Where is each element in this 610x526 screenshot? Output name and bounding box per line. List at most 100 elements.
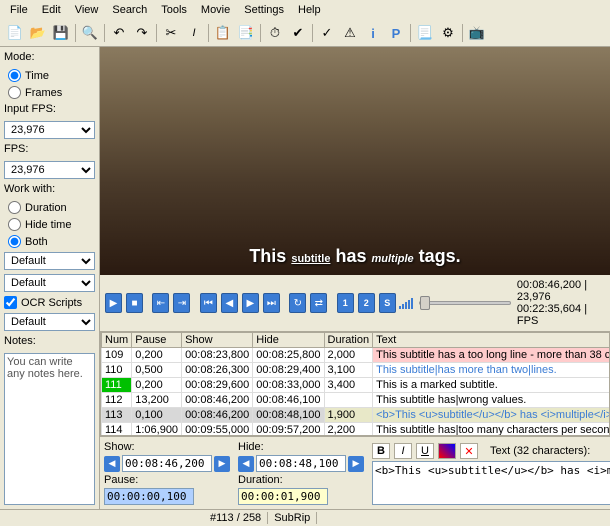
- show-sync-button[interactable]: ◀: [104, 456, 120, 472]
- redo-icon[interactable]: ↷: [131, 22, 153, 44]
- show-time-input[interactable]: [122, 455, 212, 472]
- work-both-radio[interactable]: Both: [4, 235, 95, 248]
- table-row[interactable]: 1100,50000:08:26,30000:08:29,4003,100Thi…: [102, 363, 610, 378]
- input-fps-label: Input FPS:: [4, 103, 95, 115]
- mode-frames-radio[interactable]: Frames: [4, 86, 95, 99]
- notes-label: Notes:: [4, 335, 95, 347]
- hide-set-button[interactable]: ▶: [348, 456, 364, 472]
- fps-label: FPS:: [4, 143, 95, 155]
- tool1-icon[interactable]: 📋: [212, 22, 234, 44]
- timing-icon[interactable]: ⏱: [264, 22, 286, 44]
- cut-icon[interactable]: ✂: [160, 22, 182, 44]
- menu-movie[interactable]: Movie: [195, 2, 236, 18]
- col-show[interactable]: Show: [182, 333, 253, 348]
- mark-2-button[interactable]: 2: [358, 293, 375, 313]
- editor-panel: Show: ◀▶ Pause: Hide: ◀▶ Duration: B I U…: [100, 436, 610, 509]
- mark-s-button[interactable]: S: [379, 293, 396, 313]
- skip-fwd-button[interactable]: ⏭: [263, 293, 280, 313]
- frame-fwd-button[interactable]: ▶: [242, 293, 259, 313]
- table-row[interactable]: 1110,20000:08:29,60000:08:33,0003,400Thi…: [102, 378, 610, 393]
- tool2-icon[interactable]: 📑: [235, 22, 257, 44]
- play-button[interactable]: ▶: [105, 293, 122, 313]
- save-icon[interactable]: 💾: [50, 22, 72, 44]
- frame-back-button[interactable]: ◀: [221, 293, 238, 313]
- fps-select[interactable]: 23,976: [4, 161, 95, 179]
- work-with-label: Work with:: [4, 183, 95, 195]
- table-row[interactable]: 11213,20000:08:46,20000:08:46,100This su…: [102, 393, 610, 408]
- ocr-scripts-check[interactable]: OCR Scripts: [4, 296, 95, 309]
- info-icon[interactable]: i: [362, 22, 384, 44]
- italic-button[interactable]: I: [394, 443, 412, 459]
- col-num[interactable]: Num: [102, 333, 132, 348]
- open-icon[interactable]: 📂: [27, 22, 49, 44]
- subtitle-overlay: This subtitle has multiple tags.: [249, 246, 460, 267]
- notes-textarea[interactable]: You can write any notes here.: [4, 353, 95, 505]
- menu-help[interactable]: Help: [292, 2, 327, 18]
- hide-sync-button[interactable]: ◀: [238, 456, 254, 472]
- table-row[interactable]: 1141:06,90000:09:55,00000:09:57,2002,200…: [102, 423, 610, 436]
- status-format: SubRip: [268, 512, 317, 524]
- new-icon[interactable]: 📄: [4, 22, 26, 44]
- menu-settings[interactable]: Settings: [238, 2, 290, 18]
- col-pause[interactable]: Pause: [132, 333, 182, 348]
- col-hide[interactable]: Hide: [253, 333, 324, 348]
- statusbar: #113 / 258 SubRip: [0, 509, 610, 526]
- menu-view[interactable]: View: [69, 2, 105, 18]
- subtitle-grid[interactable]: NumPauseShowHideDurationText 1090,20000:…: [100, 331, 610, 436]
- duration-label: Duration:: [238, 474, 364, 486]
- show-label: Show:: [104, 441, 230, 453]
- player-controls: ▶ ■ ⇤ ⇥ ⏮ ◀ ▶ ⏭ ↻ ⇄ 1 2 S 00:08:46,200 |…: [100, 275, 610, 331]
- menubar: FileEditViewSearchToolsMovieSettingsHelp: [0, 0, 610, 20]
- table-row[interactable]: 1130,10000:08:46,20000:08:48,1001,900<b>…: [102, 408, 610, 423]
- next-sub-button[interactable]: ⇥: [173, 293, 190, 313]
- menu-tools[interactable]: Tools: [155, 2, 193, 18]
- clear-fmt-button[interactable]: ✕: [460, 443, 478, 459]
- underline-button[interactable]: U: [416, 443, 434, 459]
- bold-button[interactable]: B: [372, 443, 390, 459]
- video-preview[interactable]: This subtitle has multiple tags.: [100, 47, 610, 275]
- warning-icon[interactable]: ⚠: [339, 22, 361, 44]
- mode-time-radio[interactable]: Time: [4, 69, 95, 82]
- pascal-icon[interactable]: P: [385, 22, 407, 44]
- pause-label: Pause:: [104, 474, 230, 486]
- skip-back-button[interactable]: ⏮: [200, 293, 217, 313]
- sync-button[interactable]: ⇄: [310, 293, 327, 313]
- col-text[interactable]: Text: [373, 333, 610, 348]
- search-icon[interactable]: 🔍: [79, 22, 101, 44]
- hide-time-input[interactable]: [256, 455, 346, 472]
- show-set-button[interactable]: ▶: [214, 456, 230, 472]
- menu-search[interactable]: Search: [106, 2, 153, 18]
- input-fps-select[interactable]: 23,976: [4, 121, 95, 139]
- style-select-2[interactable]: Default: [4, 274, 95, 292]
- volume-indicator[interactable]: [399, 298, 413, 309]
- ocr-select[interactable]: Default: [4, 313, 95, 331]
- loop-button[interactable]: ↻: [289, 293, 306, 313]
- undo-icon[interactable]: ↶: [108, 22, 130, 44]
- tool3-icon[interactable]: 📃: [414, 22, 436, 44]
- color-button[interactable]: [438, 443, 456, 459]
- mark-1-button[interactable]: 1: [337, 293, 354, 313]
- duration-input[interactable]: [238, 488, 328, 505]
- text-info-label: Text (32 characters):: [490, 445, 590, 457]
- preview-icon[interactable]: 📺: [466, 22, 488, 44]
- status-position: #113 / 258: [204, 512, 268, 524]
- sidebar: Mode: Time Frames Input FPS: 23,976 FPS:…: [0, 47, 100, 509]
- menu-edit[interactable]: Edit: [36, 2, 67, 18]
- work-duration-radio[interactable]: Duration: [4, 201, 95, 214]
- seek-slider[interactable]: [419, 301, 511, 305]
- col-duration[interactable]: Duration: [324, 333, 373, 348]
- settings-icon[interactable]: ⚙: [437, 22, 459, 44]
- prev-sub-button[interactable]: ⇤: [152, 293, 169, 313]
- stop-button[interactable]: ■: [126, 293, 143, 313]
- style-select-1[interactable]: Default: [4, 252, 95, 270]
- main-toolbar: 📄 📂 💾 🔍 ↶ ↷ ✂ I 📋 📑 ⏱ ✔ ✓ ⚠ i P 📃 ⚙ 📺: [0, 20, 610, 47]
- time-display: 00:08:46,200 | 23,976 00:22:35,604 | FPS: [517, 279, 606, 327]
- pause-input[interactable]: [104, 488, 194, 505]
- menu-file[interactable]: File: [4, 2, 34, 18]
- subtitle-text-input[interactable]: <b>This <u>subtitle</u></b> has <i>multi…: [372, 461, 610, 505]
- work-hide-radio[interactable]: Hide time: [4, 218, 95, 231]
- table-row[interactable]: 1090,20000:08:23,80000:08:25,8002,000Thi…: [102, 348, 610, 363]
- italic-icon[interactable]: I: [183, 22, 205, 44]
- spell-icon[interactable]: ✓: [316, 22, 338, 44]
- check-icon[interactable]: ✔: [287, 22, 309, 44]
